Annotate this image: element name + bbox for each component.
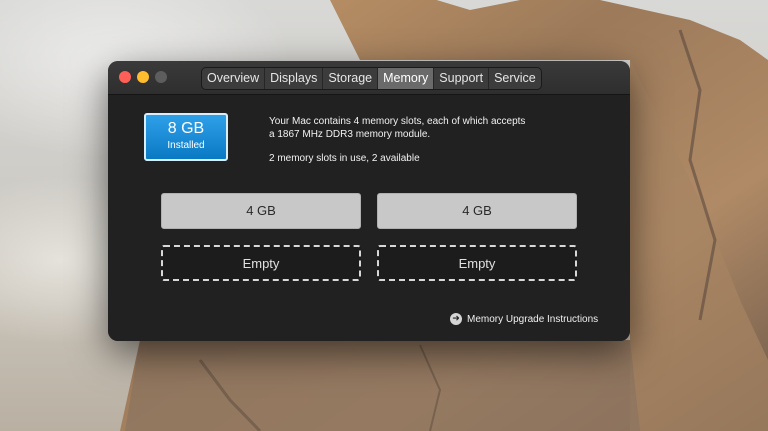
arrow-right-circle-icon: ➜ (450, 313, 462, 325)
memory-slots-status: 2 memory slots in use, 2 available (269, 153, 420, 164)
tab-service[interactable]: Service (489, 68, 541, 89)
memory-slot-1: 4 GB (161, 193, 361, 229)
tab-displays[interactable]: Displays (265, 68, 324, 89)
memory-description-line2: a 1867 MHz DDR3 memory module. (269, 129, 431, 140)
about-this-mac-window: Overview Displays Storage Memory Support… (108, 61, 630, 341)
close-button[interactable] (119, 71, 131, 83)
installed-memory-size: 8 GB (167, 120, 205, 137)
installed-label: Installed (167, 140, 205, 151)
memory-upgrade-link[interactable]: ➜ Memory Upgrade Instructions (450, 313, 598, 325)
memory-slot-2: 4 GB (377, 193, 577, 229)
memory-info: Your Mac contains 4 memory slots, each o… (269, 115, 569, 165)
memory-panel: 8 GB Installed Your Mac contains 4 memor… (108, 95, 630, 341)
memory-slot-3: Empty (161, 245, 361, 281)
window-titlebar[interactable]: Overview Displays Storage Memory Support… (108, 61, 630, 95)
tab-bar: Overview Displays Storage Memory Support… (201, 67, 542, 90)
tab-memory[interactable]: Memory (378, 68, 435, 89)
tab-support[interactable]: Support (434, 68, 490, 89)
minimize-button[interactable] (137, 71, 149, 83)
tab-overview[interactable]: Overview (202, 68, 266, 89)
memory-upgrade-link-label[interactable]: Memory Upgrade Instructions (467, 314, 598, 325)
zoom-button[interactable] (155, 71, 167, 83)
installed-memory-badge: 8 GB Installed (144, 113, 228, 161)
memory-description-line1: Your Mac contains 4 memory slots, each o… (269, 116, 526, 127)
memory-slot-4: Empty (377, 245, 577, 281)
tab-storage[interactable]: Storage (323, 68, 379, 89)
